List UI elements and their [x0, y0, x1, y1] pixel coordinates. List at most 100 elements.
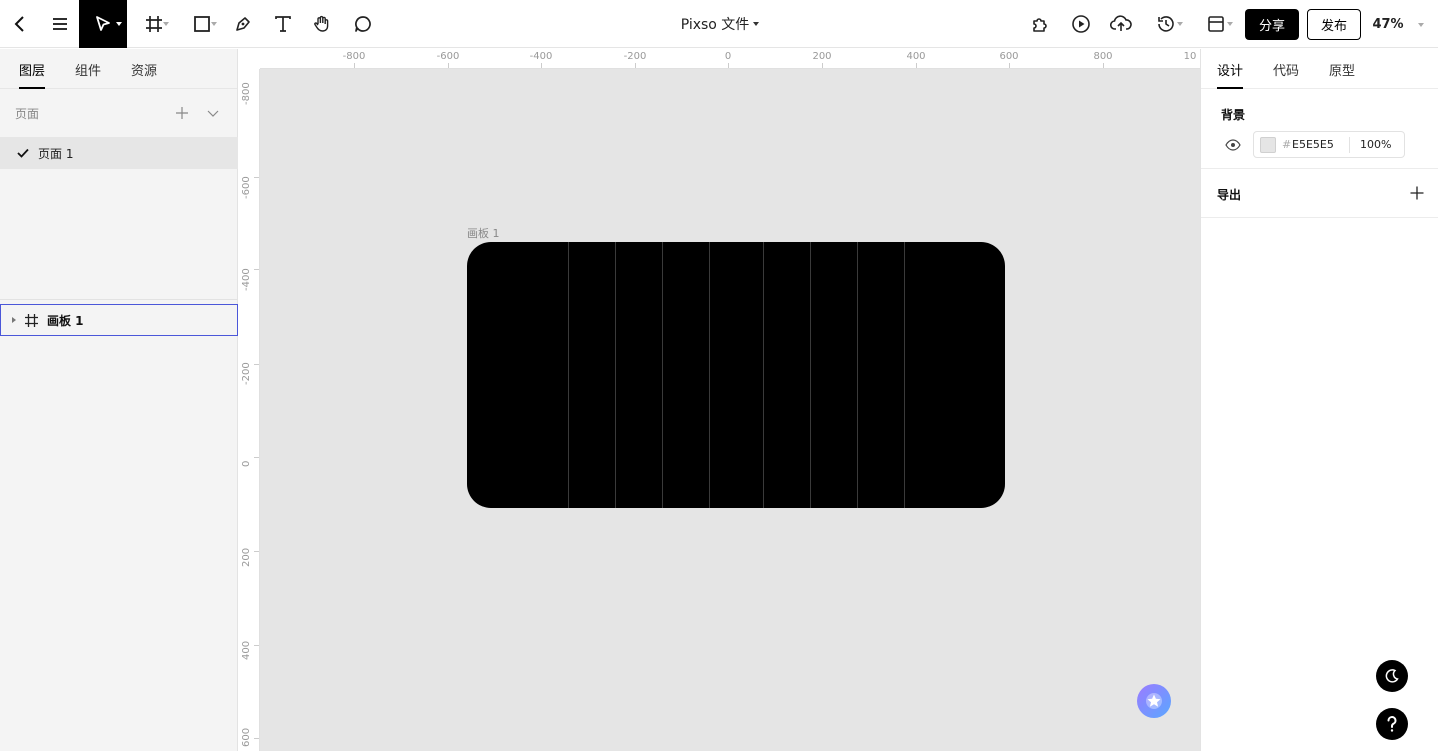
pointer-icon — [96, 16, 110, 31]
tab-prototype[interactable]: 原型 — [1329, 49, 1355, 89]
ruler-tick — [254, 364, 259, 365]
layer-row[interactable]: 画板 1 — [0, 304, 238, 336]
section-divider — [1201, 217, 1438, 218]
ruler-tick-label: 800 — [1093, 51, 1113, 62]
plugins-button[interactable] — [1025, 0, 1057, 48]
move-tool-button[interactable] — [79, 0, 127, 48]
guide-line — [857, 242, 858, 508]
page-item[interactable]: 页面 1 — [0, 137, 238, 169]
back-button[interactable] — [4, 0, 36, 48]
expand-arrow-icon[interactable] — [12, 317, 16, 323]
ruler-tick-label: 600 — [999, 51, 1019, 62]
hand-tool-button[interactable] — [307, 0, 337, 48]
left-panel: 图层 组件 资源 页面 页面 1 画板 1 — [0, 49, 238, 751]
artboard[interactable] — [467, 242, 1005, 508]
guide-line — [568, 242, 569, 508]
tab-code[interactable]: 代码 — [1273, 49, 1299, 89]
canvas[interactable]: -800 -600 -400 -200 0 200 400 600 800 10… — [239, 49, 1200, 751]
layout-button[interactable] — [1196, 0, 1236, 48]
file-title: Pixso 文件 — [680, 17, 750, 33]
add-page-button[interactable] — [174, 105, 190, 121]
zoom-caret-icon[interactable] — [1418, 23, 1424, 27]
main-menu-button[interactable] — [44, 0, 76, 48]
text-icon — [275, 16, 291, 32]
check-icon — [17, 148, 29, 158]
guide-line — [709, 242, 710, 508]
ruler-tick — [254, 738, 259, 739]
artboard-label[interactable]: 画板 1 — [467, 225, 500, 241]
ruler-tick — [822, 63, 823, 68]
guide-line — [904, 242, 905, 508]
tab-components[interactable]: 组件 — [75, 49, 101, 89]
history-caret-icon — [1177, 22, 1183, 26]
ruler-tick-label: 200 — [812, 51, 832, 62]
background-opacity-input[interactable]: 100% — [1360, 138, 1391, 151]
pen-tool-button[interactable] — [228, 0, 258, 48]
zoom-level[interactable]: 47% — [1366, 0, 1410, 48]
rectangle-icon — [194, 16, 210, 32]
tab-design[interactable]: 设计 — [1217, 49, 1244, 89]
comment-tool-button[interactable] — [348, 0, 378, 48]
tab-assets[interactable]: 资源 — [131, 49, 157, 89]
ruler-tick-label: 400 — [906, 51, 926, 62]
frame-tool-button[interactable] — [136, 0, 172, 48]
right-panel-tabs: 设计 代码 原型 — [1201, 49, 1438, 89]
ruler-tick — [728, 63, 729, 68]
moon-icon — [1385, 669, 1399, 683]
ruler-tick-label: -400 — [529, 51, 553, 62]
history-icon — [1158, 16, 1174, 32]
ruler-tick-label: 600 — [241, 727, 252, 747]
visibility-toggle[interactable] — [1225, 139, 1241, 151]
tab-layers[interactable]: 图层 — [19, 49, 46, 89]
help-button[interactable] — [1376, 708, 1408, 740]
frame-tool-caret-icon — [163, 22, 169, 26]
shape-tool-caret-icon — [211, 22, 217, 26]
background-color-swatch[interactable] — [1260, 137, 1276, 153]
history-button[interactable] — [1146, 0, 1186, 48]
cloud-upload-icon — [1110, 15, 1132, 31]
chevron-down-icon — [753, 22, 760, 26]
ruler-vertical: -800 -600 -400 -200 0 200 400 600 — [239, 69, 260, 751]
background-opacity-value: 100 — [1360, 138, 1381, 151]
background-color-field[interactable]: # E5E5E5 100% — [1253, 131, 1405, 158]
hand-icon — [314, 15, 329, 32]
question-icon — [1387, 716, 1397, 732]
ruler-tick — [1103, 63, 1104, 68]
top-toolbar: Pixso 文件 分享 发布 47% — [0, 0, 1438, 48]
text-tool-button[interactable] — [268, 0, 298, 48]
preview-button[interactable] — [1065, 0, 1097, 48]
ruler-tick — [354, 63, 355, 68]
right-panel: 设计 代码 原型 背景 # E5E5E5 100% 导出 — [1200, 49, 1438, 751]
ruler-tick-label: -200 — [241, 362, 252, 385]
pages-layers-divider — [0, 299, 238, 300]
shape-tool-button[interactable] — [184, 0, 220, 48]
upload-button[interactable] — [1105, 0, 1137, 48]
theme-toggle-button[interactable] — [1376, 660, 1408, 692]
background-hex-input[interactable]: E5E5E5 — [1292, 138, 1334, 151]
ruler-tick-label: -800 — [342, 51, 366, 62]
ruler-tick — [448, 63, 449, 68]
hex-hash: # — [1282, 138, 1292, 151]
publish-button[interactable]: 发布 — [1307, 9, 1361, 40]
left-panel-tabs: 图层 组件 资源 — [0, 49, 237, 89]
collapse-pages-button[interactable] — [206, 106, 220, 120]
file-title-dropdown[interactable]: Pixso 文件 — [640, 0, 800, 48]
ruler-tick-label: 10 — [1183, 51, 1197, 62]
ruler-tick-label: 0 — [724, 51, 732, 62]
add-export-button[interactable] — [1409, 185, 1425, 201]
share-button[interactable]: 分享 — [1245, 9, 1299, 40]
layout-icon — [1208, 16, 1224, 32]
ruler-tick — [541, 63, 542, 68]
layout-caret-icon — [1227, 22, 1233, 26]
background-opacity-unit: % — [1381, 138, 1392, 151]
ruler-tick-label: -400 — [241, 268, 252, 291]
play-icon — [1072, 15, 1090, 33]
ruler-tick-label: 200 — [241, 547, 252, 567]
section-divider — [1201, 168, 1438, 169]
ruler-tick — [254, 269, 259, 270]
ruler-tick-label: -600 — [436, 51, 460, 62]
ruler-tick — [635, 63, 636, 68]
frame-icon — [25, 313, 38, 327]
ruler-tick — [254, 177, 259, 178]
ai-assistant-button[interactable] — [1137, 684, 1171, 718]
